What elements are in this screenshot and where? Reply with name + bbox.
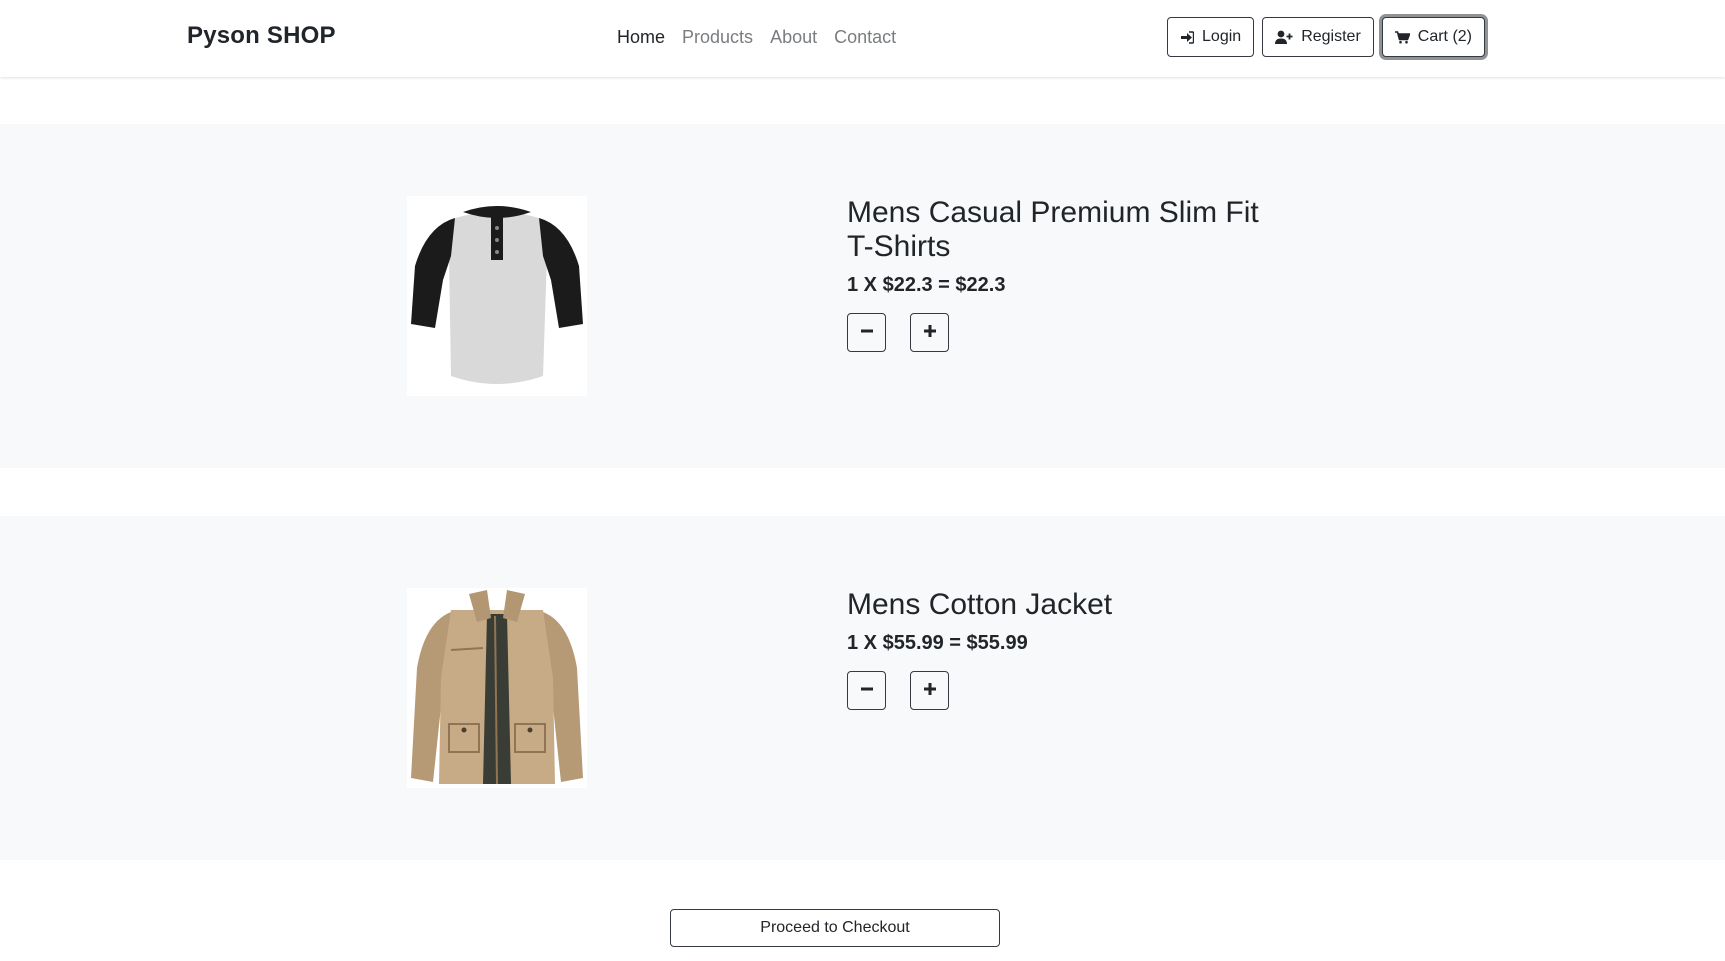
- minus-icon: [860, 682, 874, 699]
- quantity-controls: [847, 313, 1267, 352]
- navbar: Pyson SHOP Home Products About Contact L…: [0, 0, 1725, 77]
- increase-quantity-button[interactable]: [910, 671, 949, 710]
- minus-icon: [860, 324, 874, 341]
- product-info: Mens Cotton Jacket 1 X $55.99 = $55.99: [847, 588, 1267, 710]
- login-button-label: Login: [1202, 28, 1242, 45]
- cart-icon: [1394, 30, 1410, 44]
- plus-icon: [923, 682, 937, 699]
- login-button[interactable]: Login: [1167, 17, 1255, 57]
- nav-link-products[interactable]: Products: [682, 27, 753, 48]
- cart-button[interactable]: Cart (2): [1381, 17, 1485, 57]
- nav-link-contact[interactable]: Contact: [834, 27, 896, 48]
- user-plus-icon: [1275, 30, 1293, 44]
- product-price-line: 1 X $55.99 = $55.99: [847, 632, 1028, 654]
- plus-icon: [923, 324, 937, 341]
- register-button-label: Register: [1301, 28, 1361, 45]
- increase-quantity-button[interactable]: [910, 313, 949, 352]
- product-image-tshirt: [407, 196, 587, 396]
- product-info: Mens Casual Premium Slim Fit T-Shirts 1 …: [847, 196, 1267, 352]
- nav-link-home[interactable]: Home: [617, 27, 665, 48]
- product-title: Mens Casual Premium Slim Fit T-Shirts: [847, 196, 1259, 263]
- quantity-controls: [847, 671, 1267, 710]
- product-title: Mens Cotton Jacket: [847, 588, 1113, 621]
- nav-buttons: Login Register Cart (2): [1167, 17, 1485, 57]
- main-nav: Home Products About Contact: [617, 27, 896, 48]
- register-button[interactable]: Register: [1262, 17, 1374, 57]
- sign-in-icon: [1180, 30, 1195, 44]
- product-image-jacket: [407, 588, 587, 788]
- cart-button-label: Cart (2): [1417, 28, 1472, 45]
- cart-item-row: Mens Cotton Jacket 1 X $55.99 = $55.99: [0, 516, 1725, 860]
- decrease-quantity-button[interactable]: [847, 671, 886, 710]
- product-price-line: 1 X $22.3 = $22.3: [847, 274, 1006, 296]
- proceed-to-checkout-button[interactable]: Proceed to Checkout: [670, 909, 1000, 947]
- cart-item-row: Mens Casual Premium Slim Fit T-Shirts 1 …: [0, 124, 1725, 468]
- decrease-quantity-button[interactable]: [847, 313, 886, 352]
- brand-logo[interactable]: Pyson SHOP: [187, 22, 336, 50]
- nav-link-about[interactable]: About: [770, 27, 817, 48]
